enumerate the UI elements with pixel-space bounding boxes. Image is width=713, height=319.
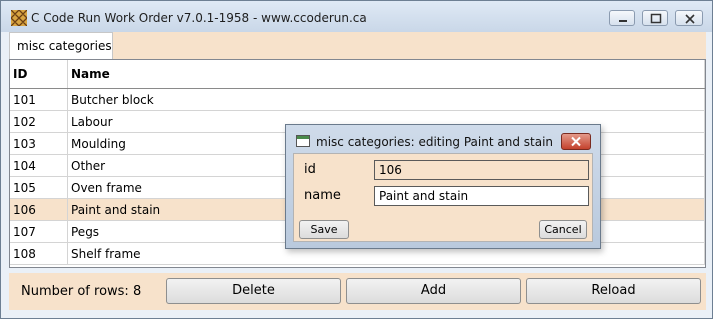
maximize-button[interactable] [642,10,668,26]
table-header-row: ID Name [10,60,705,89]
cell-id: 106 [10,198,68,221]
save-button[interactable]: Save [299,220,349,239]
bottom-bar: Number of rows: 8 Delete Add Reload [9,273,706,310]
id-field: 106 [374,160,589,180]
window-icon [296,135,310,147]
name-label: name [304,188,341,203]
cell-id: 104 [10,154,68,177]
delete-button[interactable]: Delete [166,278,341,304]
cell-id: 103 [10,132,68,155]
reload-button[interactable]: Reload [526,278,701,304]
close-icon [571,136,581,147]
row-count-label: Number of rows: 8 [21,284,142,299]
cell-id: 108 [10,242,68,265]
title-bar[interactable]: C Code Run Work Order v7.0.1-1958 - www.… [1,1,712,32]
minimize-button[interactable] [609,10,635,26]
column-header-name[interactable]: Name [67,60,705,89]
name-field[interactable]: Paint and stain [374,186,589,206]
table-row[interactable]: 101 Butcher block [10,88,705,111]
cell-id: 102 [10,110,68,133]
edit-dialog: misc categories: editing Paint and stain… [285,124,601,249]
dialog-title: misc categories: editing Paint and stain [316,135,554,149]
cell-id: 105 [10,176,68,199]
close-button[interactable] [675,10,703,26]
id-label: id [304,162,316,177]
close-icon [685,14,695,24]
cell-id: 101 [10,88,68,111]
maximize-icon [650,13,662,24]
cell-id: 107 [10,220,68,243]
tab-strip: misc categories [9,32,706,59]
app-pattern-icon [11,10,27,26]
dialog-body: id 106 name Paint and stain Save Cancel [293,153,593,242]
column-header-id[interactable]: ID [10,60,68,89]
cancel-button[interactable]: Cancel [539,220,587,239]
dialog-close-button[interactable] [561,133,591,150]
window-title: C Code Run Work Order v7.0.1-1958 - www.… [31,11,367,25]
minimize-icon [619,20,627,22]
add-button[interactable]: Add [346,278,521,304]
tab-misc-categories[interactable]: misc categories [9,32,113,59]
cell-name: Butcher block [67,88,705,111]
